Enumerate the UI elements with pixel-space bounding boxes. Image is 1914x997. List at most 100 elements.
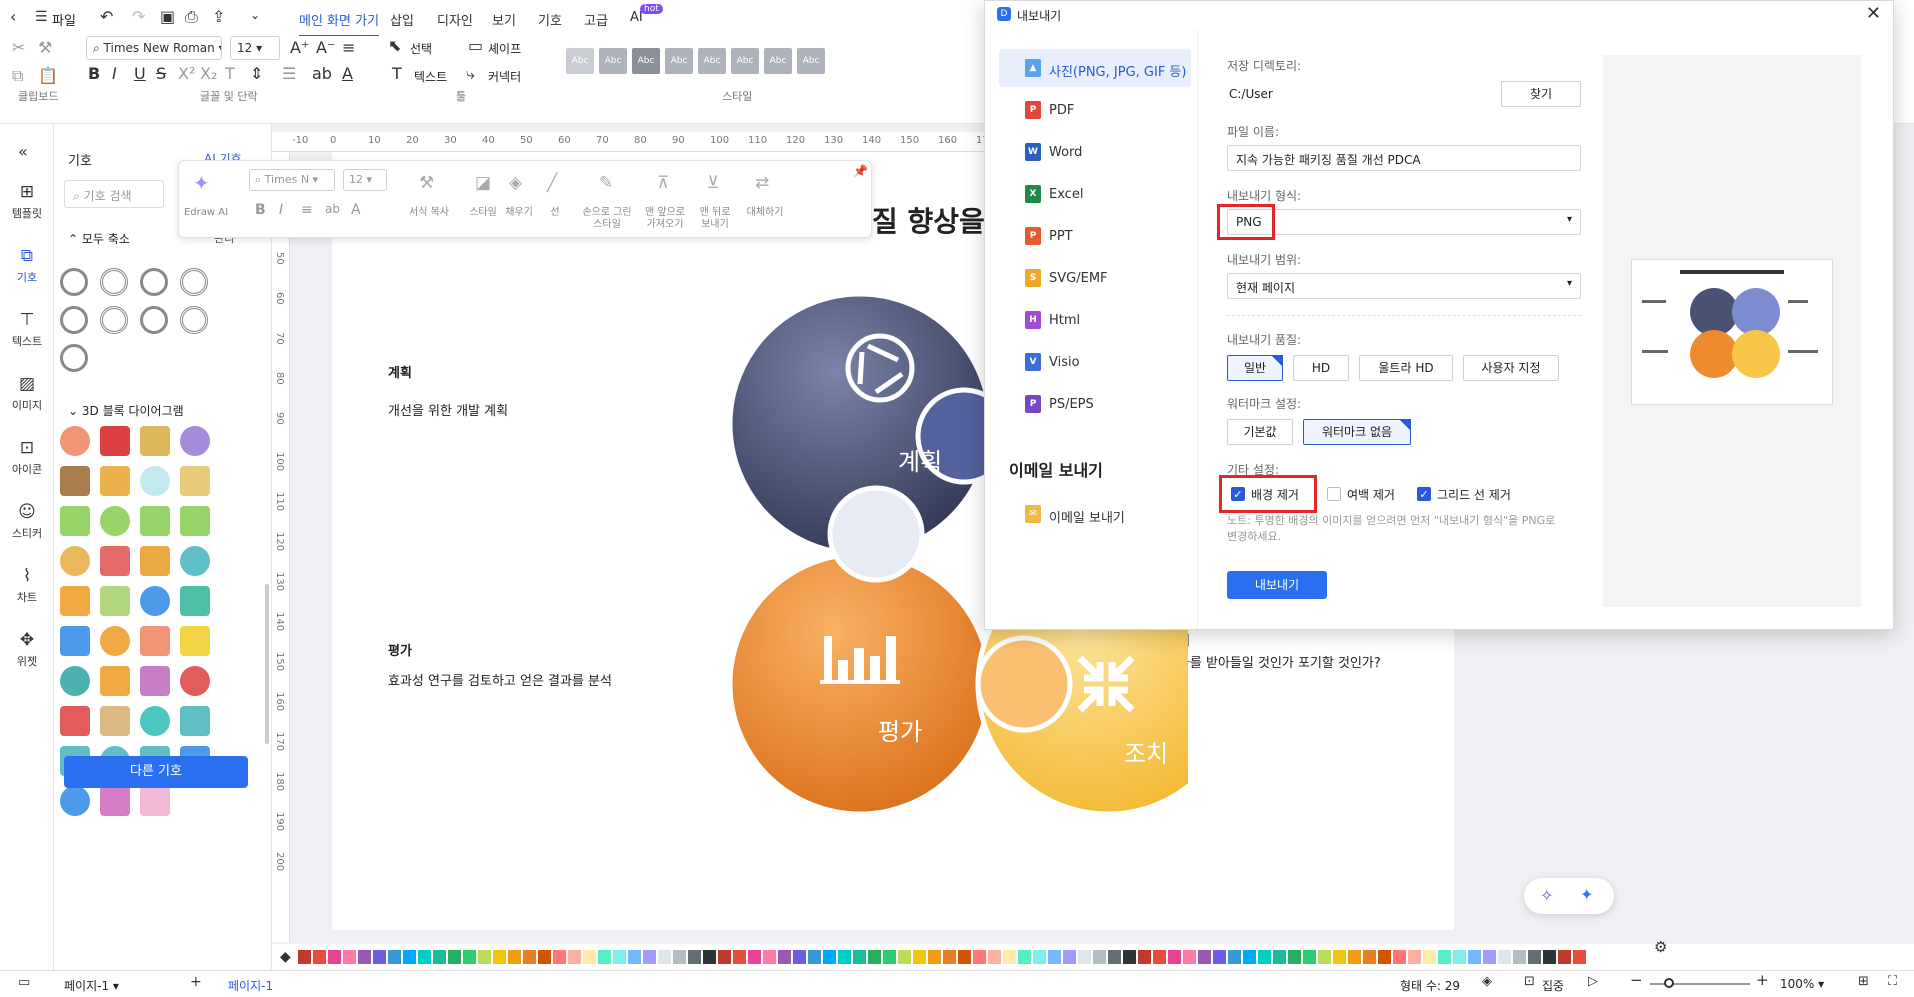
align-icon[interactable]: ≡ [342,40,355,56]
color-swatch[interactable] [1138,950,1151,964]
export-icon[interactable]: ⇪ [212,9,225,25]
3d-block-shape[interactable] [100,586,130,616]
color-swatch[interactable] [838,950,851,964]
color-swatch[interactable] [1543,950,1556,964]
text-tool-icon[interactable]: T [392,66,402,82]
tab-home[interactable]: 메인 화면 가기 [299,10,380,37]
format-visio[interactable]: V Visio [999,343,1191,381]
3d-block-shape[interactable] [180,586,210,616]
italic-icon[interactable]: I [112,66,117,82]
color-swatch[interactable] [313,950,326,964]
line-icon[interactable]: ╱ [547,173,557,193]
tool-line[interactable]: 선 [537,207,573,219]
3d-block-shape[interactable] [140,506,170,536]
tool-format-painter[interactable]: 서식 복사 [403,207,455,219]
float-size-select[interactable]: 12 ▾ [343,169,387,191]
color-swatch[interactable] [1573,950,1586,964]
float-color-icon[interactable]: A [351,203,361,217]
ring-shape[interactable] [180,268,208,296]
3d-block-shape[interactable] [180,626,210,656]
cut-icon[interactable]: ✂ [12,40,25,56]
float-direction-icon[interactable]: ab [325,203,340,215]
color-swatch[interactable] [418,950,431,964]
quality-hd[interactable]: HD [1293,355,1349,381]
email-send[interactable]: ✉ 이메일 보내기 [999,495,1191,533]
color-swatch[interactable] [1303,950,1316,964]
tool-style[interactable]: 스타일 [463,207,503,219]
bullets-icon[interactable]: ☰ [282,66,296,82]
collapse-icon[interactable]: « [18,144,28,160]
3d-block-shape[interactable] [180,506,210,536]
collapse-all[interactable]: ⌃ 모두 축소 [68,230,130,247]
color-swatch[interactable] [928,950,941,964]
send-back-icon[interactable]: ⊻ [707,173,719,193]
color-swatch[interactable] [958,950,971,964]
color-swatch[interactable] [478,950,491,964]
undo-icon[interactable]: ↶ [100,9,113,25]
3d-block-shape[interactable] [140,466,170,496]
tab-advanced[interactable]: 고급 [584,10,608,29]
font-size-select[interactable]: 12 ▾ [230,36,280,60]
color-swatch[interactable] [598,950,611,964]
color-swatch[interactable] [868,950,881,964]
color-swatch[interactable] [1093,950,1106,964]
pin-icon[interactable]: 📌 [853,165,868,177]
text-tool-label[interactable]: 텍스트 [414,68,447,85]
3d-block-shape[interactable] [140,586,170,616]
fit-page-icon[interactable]: ⊞ [1858,975,1869,988]
eval-heading[interactable]: 평가 [388,640,412,659]
bold-icon[interactable]: B [88,66,100,82]
fill-bucket-icon[interactable]: ◆ [280,950,291,964]
shape-tool-label[interactable]: 셰이프 [488,40,521,57]
tool-bring-front[interactable]: 맨 앞으로 가져오기 [639,207,691,231]
color-swatch[interactable] [1513,950,1526,964]
tool-replace[interactable]: 대체하기 [741,207,789,219]
panel-toggle-icon[interactable]: ▭ [18,976,30,989]
color-swatch[interactable] [1243,950,1256,964]
subscript-icon[interactable]: X₂ [200,66,217,82]
shape-tool-icon[interactable]: ▭ [468,38,483,54]
style-swatch[interactable]: Abc [632,48,660,74]
3d-block-shape[interactable] [100,666,130,696]
tool-fill[interactable]: 채우기 [499,207,539,219]
ring-shape[interactable] [60,344,88,372]
text-case-icon[interactable]: T [225,66,235,82]
3d-block-shape[interactable] [140,426,170,456]
color-swatch[interactable] [778,950,791,964]
ring-shape[interactable] [140,268,168,296]
color-swatch[interactable] [1003,950,1016,964]
format-excel[interactable]: X Excel [999,175,1191,213]
rail-charts[interactable]: ⌇ 차트 [0,566,54,605]
color-swatch[interactable] [373,950,386,964]
text-direction-icon[interactable]: ab [312,66,332,82]
symbols-scrollbar[interactable] [265,584,269,744]
float-font-select[interactable]: ⌕ Times N ▾ [249,169,335,191]
3d-block-shape[interactable] [60,786,90,816]
color-swatch[interactable] [823,950,836,964]
color-swatch[interactable] [1393,950,1406,964]
style-swatch[interactable]: Abc [665,48,693,74]
play-icon[interactable]: ▷ [1588,975,1598,988]
3d-block-shape[interactable] [100,506,130,536]
3d-block-shape[interactable] [100,706,130,736]
color-swatch[interactable] [1558,950,1571,964]
color-swatch[interactable] [643,950,656,964]
color-swatch[interactable] [1363,950,1376,964]
tab-design[interactable]: 디자인 [437,10,473,29]
replace-icon[interactable]: ⇄ [755,173,769,193]
color-swatch[interactable] [1228,950,1241,964]
ring-shape[interactable] [180,306,208,334]
style-swatch[interactable]: Abc [797,48,825,74]
print-icon[interactable]: ⎙ [185,9,198,25]
rail-image[interactable]: ▨ 이미지 [0,374,54,413]
format-svg[interactable]: S SVG/EMF [999,259,1191,297]
focus-label[interactable]: 집중 [1542,977,1564,994]
menu-icon[interactable]: ☰ [35,10,48,24]
diagram-title[interactable]: 질 향상을 [872,200,985,240]
plan-heading[interactable]: 계획 [388,362,412,381]
edraw-ai-icon[interactable]: ✦ [193,173,210,193]
color-swatch[interactable] [703,950,716,964]
rail-text[interactable]: ⊤ 텍스트 [0,310,54,349]
color-swatch[interactable] [718,950,731,964]
color-swatch[interactable] [1333,950,1346,964]
